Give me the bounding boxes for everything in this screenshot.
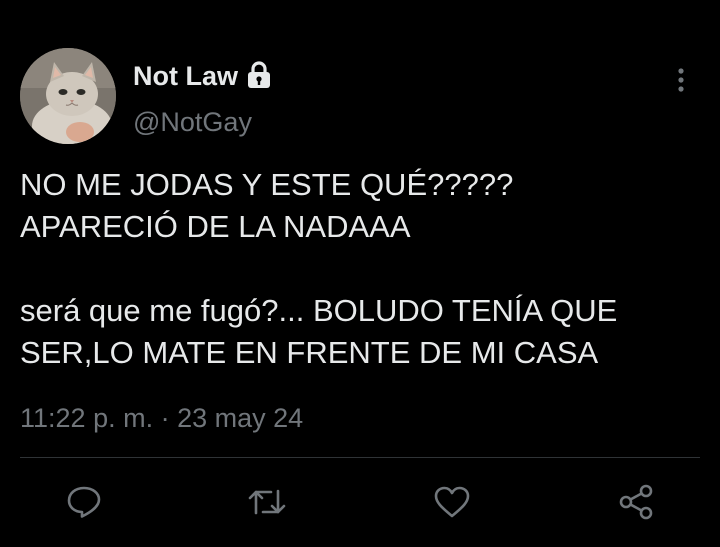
more-options-button[interactable] <box>664 62 698 98</box>
tweet-timestamp: 11:22 p. m. · 23 may 24 <box>20 401 303 435</box>
tweet-text: NO ME JODAS Y ESTE QUÉ????? APARECIÓ DE … <box>20 164 710 374</box>
retweet-button[interactable] <box>245 480 289 524</box>
meta-separator: · <box>160 403 170 433</box>
share-button[interactable] <box>614 480 658 524</box>
like-icon <box>434 486 470 518</box>
tweet-paragraph-1: NO ME JODAS Y ESTE QUÉ????? APARECIÓ DE … <box>20 167 514 244</box>
divider <box>20 457 700 458</box>
author-display-name[interactable]: Not Law <box>133 60 272 92</box>
reply-icon <box>67 486 101 518</box>
tweet-actions <box>0 480 720 526</box>
tweet-date: 23 may 24 <box>177 403 304 433</box>
tweet: Not Law @NotGay NO ME JODAS Y ESTE QUÉ??… <box>0 0 720 547</box>
cat-avatar-image <box>20 48 116 144</box>
avatar[interactable] <box>20 48 116 144</box>
tweet-paragraph-2: será que me fugó?... BOLUDO TENÍA QUE SE… <box>20 293 618 370</box>
author-handle[interactable]: @NotGay <box>133 106 252 138</box>
lock-icon <box>246 61 272 89</box>
retweet-icon <box>248 489 286 515</box>
like-button[interactable] <box>430 480 474 524</box>
reply-button[interactable] <box>62 480 106 524</box>
more-vertical-icon <box>678 68 684 92</box>
tweet-time: 11:22 p. m. <box>20 403 154 433</box>
share-icon <box>619 484 653 520</box>
display-name-text[interactable]: Not Law <box>133 60 238 92</box>
